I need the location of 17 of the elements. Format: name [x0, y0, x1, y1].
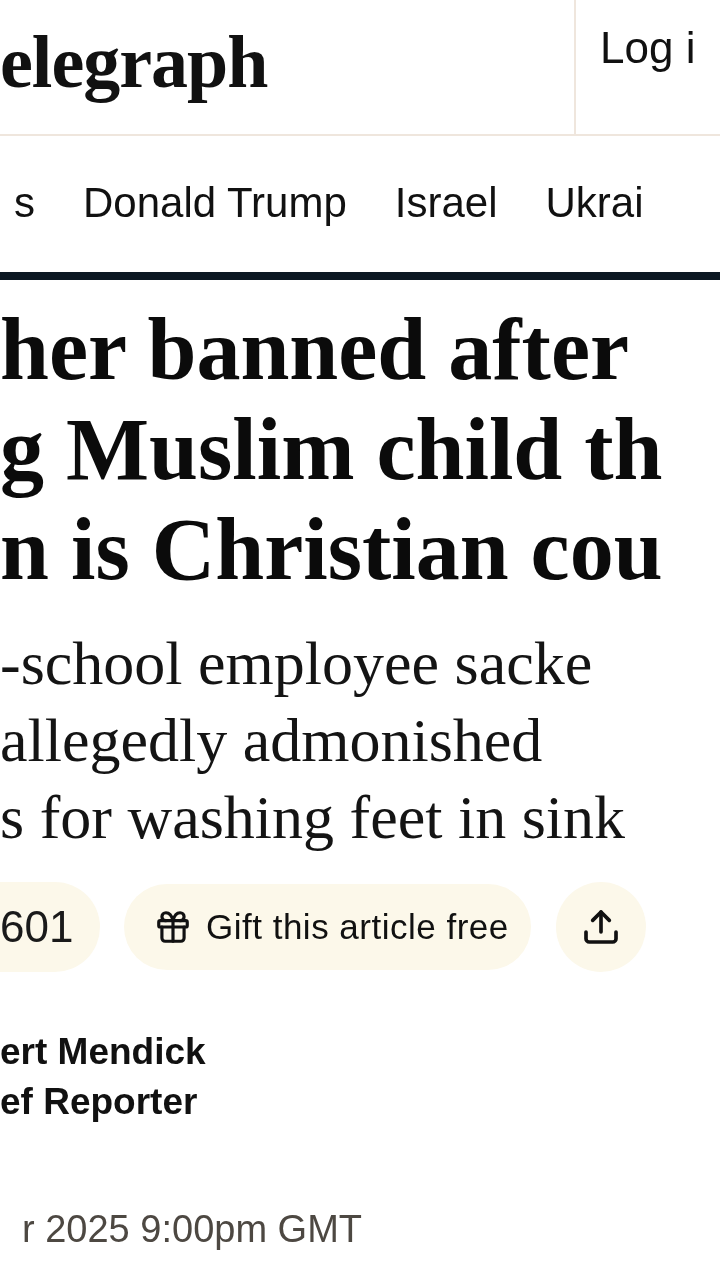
standfirst-line: allegedly admonished	[0, 705, 543, 776]
headline-line: g Muslim child th	[0, 400, 663, 500]
publish-date: r 2025 9:00pm GMT	[21, 1208, 363, 1252]
headline-line: n is Christian cou	[0, 500, 663, 600]
author-role: ef Reporter	[0, 1080, 198, 1124]
standfirst-line: -school employee sacke	[0, 628, 593, 699]
nav-link[interactable]: Ukrai	[545, 177, 644, 229]
nav-link[interactable]: s	[14, 177, 35, 229]
comments-button[interactable]: 601	[0, 882, 100, 972]
headline-line: her banned after	[0, 300, 630, 400]
gift-article-button[interactable]: Gift this article free	[124, 884, 531, 970]
nav-link[interactable]: Israel	[394, 177, 498, 229]
gift-icon	[154, 908, 192, 946]
author-name[interactable]: ert Mendick	[0, 1027, 206, 1077]
standfirst-line: s for washing feet in sink	[0, 782, 626, 853]
login-link[interactable]: Log i	[600, 24, 696, 73]
nav-link[interactable]: Donald Trump	[83, 177, 347, 229]
